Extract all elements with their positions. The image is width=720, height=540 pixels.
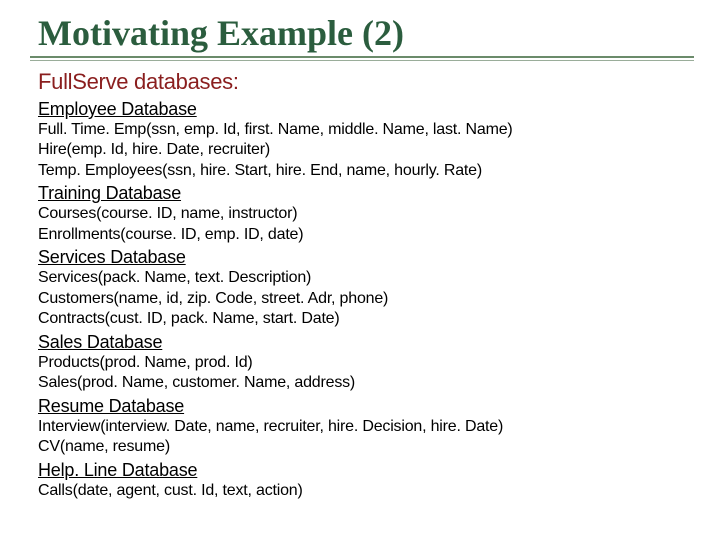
db-section-resume: Resume Database Interview(interview. Dat…	[38, 396, 690, 458]
schema-line: Contracts(cust. ID, pack. Name, start. D…	[38, 309, 690, 329]
db-section-helpline: Help. Line Database Calls(date, agent, c…	[38, 460, 690, 501]
schema-line: Courses(course. ID, name, instructor)	[38, 204, 690, 224]
db-section-sales: Sales Database Products(prod. Name, prod…	[38, 332, 690, 394]
schema-line: Calls(date, agent, cust. Id, text, actio…	[38, 481, 690, 501]
schema-line: Sales(prod. Name, customer. Name, addres…	[38, 373, 690, 393]
schema-line: Full. Time. Emp(ssn, emp. Id, first. Nam…	[38, 120, 690, 140]
db-heading: Sales Database	[38, 332, 690, 353]
schema-line: Enrollments(course. ID, emp. ID, date)	[38, 225, 690, 245]
schema-line: Products(prod. Name, prod. Id)	[38, 353, 690, 373]
title-rule	[30, 56, 694, 61]
schema-line: Hire(emp. Id, hire. Date, recruiter)	[38, 140, 690, 160]
db-heading: Services Database	[38, 247, 690, 268]
slide-title: Motivating Example (2)	[38, 12, 690, 54]
schema-line: Customers(name, id, zip. Code, street. A…	[38, 289, 690, 309]
db-section-services: Services Database Services(pack. Name, t…	[38, 247, 690, 329]
db-heading: Employee Database	[38, 99, 690, 120]
db-heading: Help. Line Database	[38, 460, 690, 481]
db-heading: Resume Database	[38, 396, 690, 417]
slide-subtitle: FullServe databases:	[38, 69, 690, 95]
db-section-training: Training Database Courses(course. ID, na…	[38, 183, 690, 245]
schema-line: Interview(interview. Date, name, recruit…	[38, 417, 690, 437]
schema-line: Services(pack. Name, text. Description)	[38, 268, 690, 288]
schema-line: CV(name, resume)	[38, 437, 690, 457]
db-heading: Training Database	[38, 183, 690, 204]
schema-line: Temp. Employees(ssn, hire. Start, hire. …	[38, 161, 690, 181]
db-section-employee: Employee Database Full. Time. Emp(ssn, e…	[38, 99, 690, 181]
